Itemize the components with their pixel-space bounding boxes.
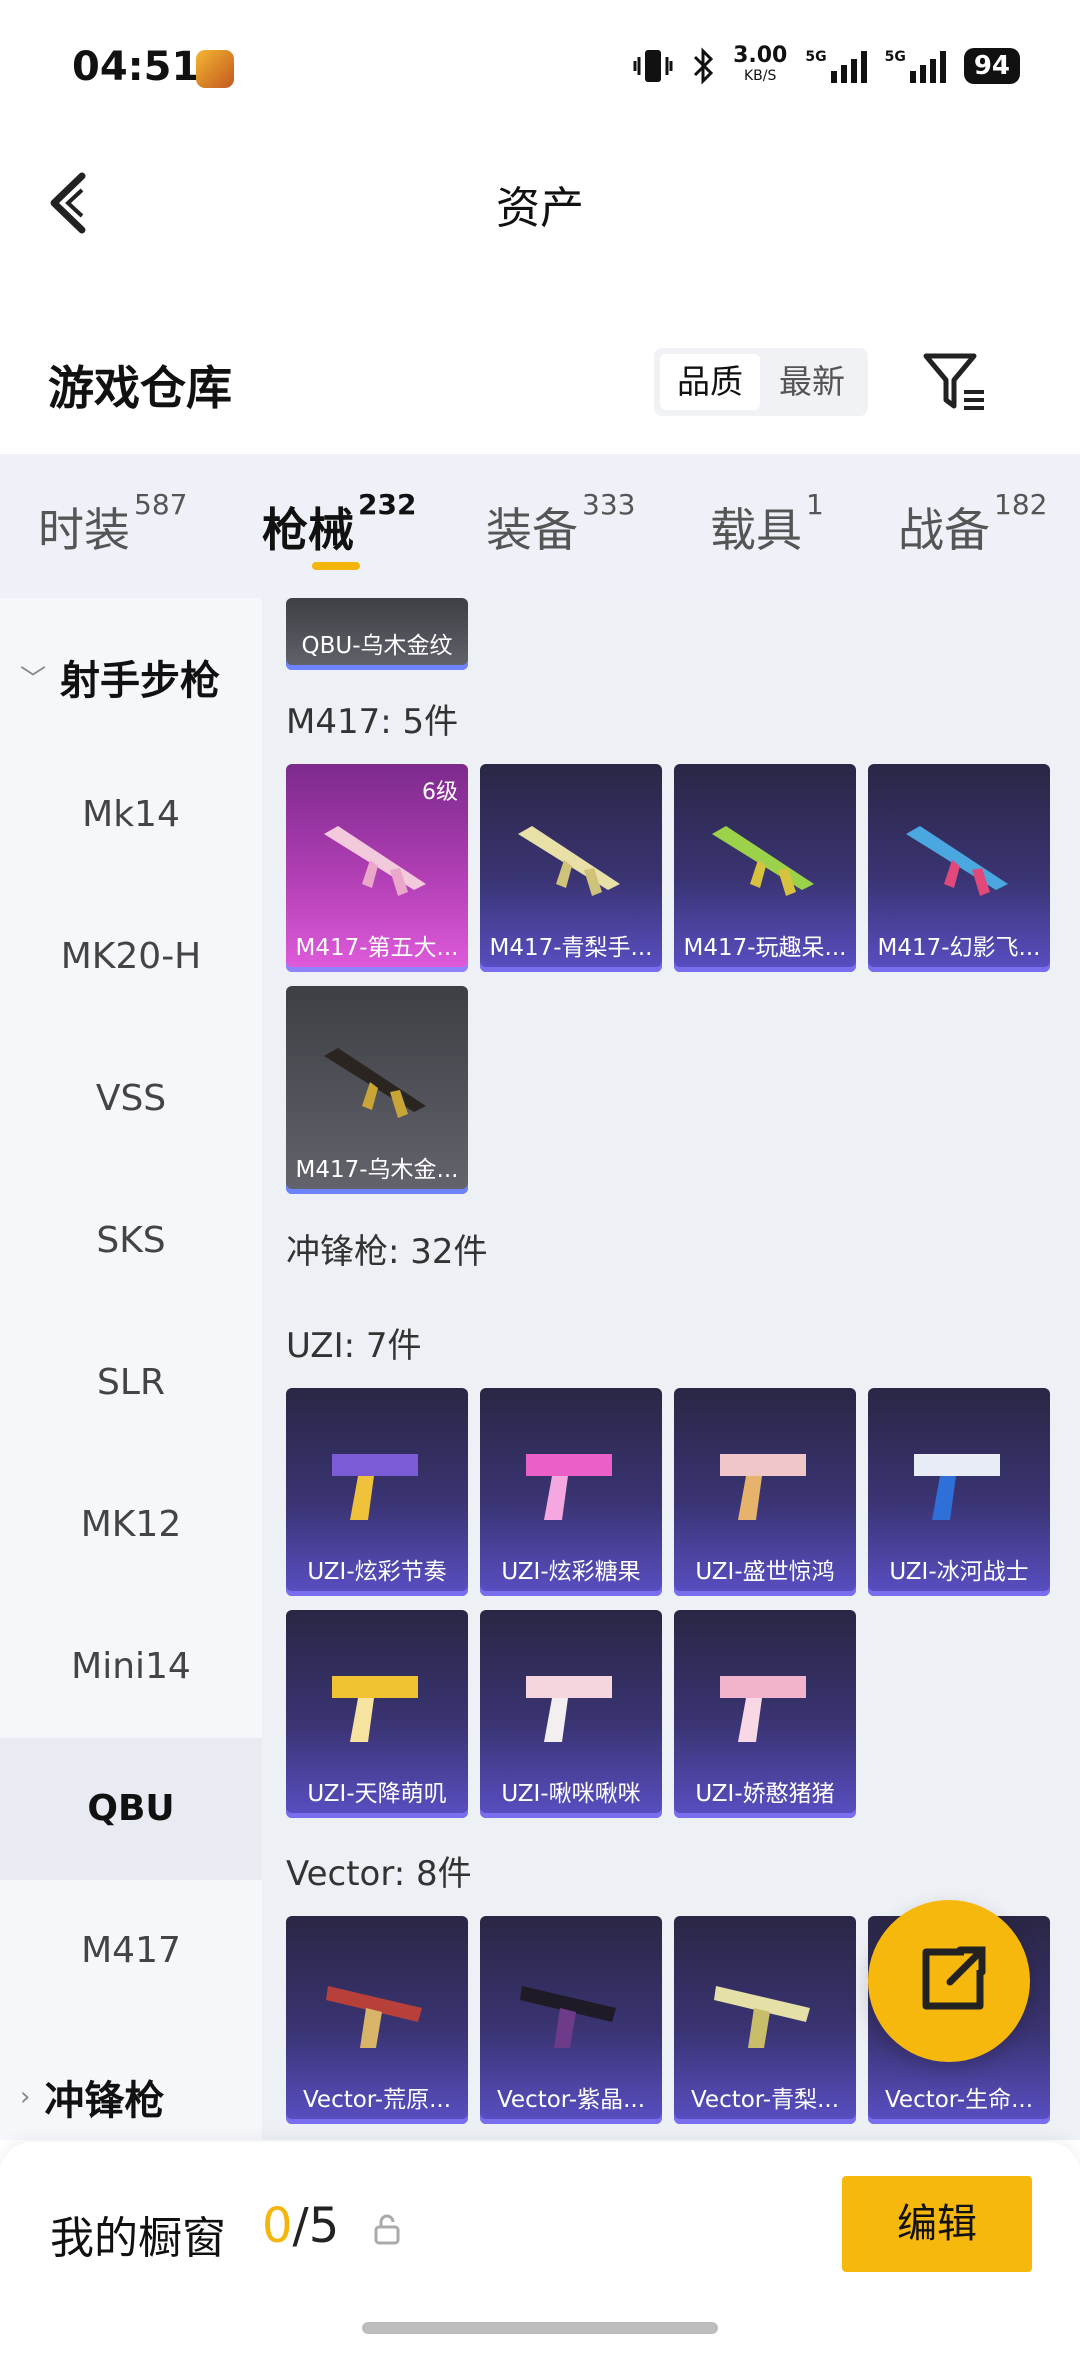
skin-card[interactable]: UZI-天降萌叽: [286, 1610, 468, 1818]
status-bar: 04:51 3.00 KB/S 5G 5G 94: [0, 0, 1080, 140]
sidebar-item-vss[interactable]: VSS: [0, 1028, 262, 1170]
smg-icon: [720, 1676, 806, 1742]
smg-icon: [914, 1454, 1000, 1520]
group-title-vector: Vector: 8件: [286, 1854, 472, 1894]
showcase-count: 0/5: [262, 2198, 340, 2254]
tab-equipment[interactable]: 装备 333: [486, 488, 635, 560]
sort-quality-button[interactable]: 品质: [660, 354, 760, 410]
chevron-right-icon: ›: [20, 2082, 31, 2112]
skin-card[interactable]: Vector-青梨...: [674, 1916, 856, 2124]
vibrate-icon: [633, 50, 673, 82]
skin-name: UZI-娇憨猪猪: [695, 1781, 835, 1807]
filter-icon[interactable]: [920, 350, 990, 416]
skin-card[interactable]: UZI-冰河战士: [868, 1388, 1050, 1596]
skin-card[interactable]: UZI-啾咪啾咪: [480, 1610, 662, 1818]
skin-name: UZI-炫彩节奏: [307, 1559, 447, 1585]
smg-icon: [326, 1986, 422, 2048]
skin-name: Vector-荒原...: [302, 2087, 452, 2113]
skin-name: Vector-紫晶...: [496, 2087, 646, 2113]
sidebar-item-slr[interactable]: SLR: [0, 1312, 262, 1454]
rifle-icon: [324, 1048, 426, 1118]
lock-icon: [374, 2214, 400, 2245]
skin-name: M417-青梨手...: [489, 935, 653, 961]
category-tabs: 时装 587 枪械 232 装备 333 载具 1 战备 182: [0, 454, 1080, 598]
skin-name: M417-乌木金...: [295, 1157, 459, 1183]
skin-card[interactable]: UZI-盛世惊鸿: [674, 1388, 856, 1596]
skin-card[interactable]: M417-青梨手...: [480, 764, 662, 972]
rifle-icon: [324, 826, 426, 896]
rifle-icon: [518, 826, 620, 896]
page-title: 资产: [496, 183, 584, 234]
sidebar-item-m417[interactable]: M417: [0, 1880, 262, 2022]
rifle-icon: [906, 826, 1008, 896]
smg-icon: [332, 1676, 418, 1742]
skin-card[interactable]: UZI-炫彩糖果: [480, 1388, 662, 1596]
weapon-type-sidebar: ﹀ 射手步枪 Mk14 MK20-H VSS SKS SLR MK12 Mini1…: [0, 598, 262, 2140]
smg-icon: [520, 1986, 616, 2048]
skin-card[interactable]: UZI-娇憨猪猪: [674, 1610, 856, 1818]
smg-icon: [526, 1454, 612, 1520]
clock: 04:51: [72, 44, 200, 90]
skin-card[interactable]: 6级 M417-第五大...: [286, 764, 468, 972]
edit-button[interactable]: 编辑: [842, 2176, 1032, 2272]
rifle-icon: [712, 826, 814, 896]
game-app-icon: [196, 50, 234, 88]
tab-weapons[interactable]: 枪械 232: [262, 488, 416, 560]
sort-newest-button[interactable]: 最新: [762, 354, 862, 410]
smg-icon: [720, 1454, 806, 1520]
level-badge: 6级: [422, 780, 458, 805]
skin-name: UZI-啾咪啾咪: [501, 1781, 641, 1807]
showcase-label: 我的橱窗: [50, 2213, 226, 2264]
skin-card[interactable]: M417-玩趣呆...: [674, 764, 856, 972]
sidebar-item-mk14[interactable]: Mk14: [0, 744, 262, 886]
battery-indicator: 94: [963, 48, 1020, 84]
sidebar-item-sks[interactable]: SKS: [0, 1170, 262, 1312]
signal-icon-1: 5G: [805, 49, 867, 83]
share-icon: [922, 1946, 986, 2010]
skin-name: UZI-盛世惊鸿: [695, 1559, 835, 1585]
skin-card[interactable]: M417-幻影飞...: [868, 764, 1050, 972]
chevron-down-icon: ﹀: [20, 664, 47, 695]
skin-card[interactable]: M417-乌木金...: [286, 986, 468, 1194]
skin-name: M417-玩趣呆...: [683, 935, 847, 961]
system-indicators: 3.00 KB/S 5G 5G 94: [633, 43, 1020, 86]
group-title-smg: 冲锋枪: 32件: [286, 1232, 488, 1272]
warehouse-title: 游戏仓库: [48, 361, 232, 415]
sidebar-item-mini14[interactable]: Mini14: [0, 1596, 262, 1738]
skin-name: UZI-冰河战士: [889, 1559, 1029, 1585]
sidebar-item-qbu[interactable]: QBU: [0, 1738, 262, 1880]
sidebar-group-smg[interactable]: › 冲锋枪: [20, 2068, 164, 2126]
home-indicator[interactable]: [362, 2322, 718, 2334]
sidebar-group-marksman[interactable]: ﹀ 射手步枪: [20, 648, 220, 706]
tab-supplies[interactable]: 战备 182: [898, 488, 1047, 560]
skin-name: Vector-青梨...: [690, 2087, 840, 2113]
skin-card[interactable]: Vector-紫晶...: [480, 1916, 662, 2124]
skin-name: M417-幻影飞...: [877, 935, 1041, 961]
bluetooth-icon: [694, 47, 714, 85]
skin-name: M417-第五大...: [295, 935, 459, 961]
network-speed: 3.00 KB/S: [733, 43, 788, 85]
smg-icon: [332, 1454, 418, 1520]
skin-card[interactable]: UZI-炫彩节奏: [286, 1388, 468, 1596]
skin-name: QBU-乌木金纹: [301, 633, 453, 659]
group-title-m417: M417: 5件: [286, 702, 459, 742]
signal-icon-2: 5G: [885, 49, 946, 83]
skin-name: Vector-生命...: [884, 2087, 1034, 2113]
sort-toggle: 品质 最新: [654, 348, 868, 416]
tab-fashion[interactable]: 时装 587: [38, 488, 187, 560]
tab-vehicles[interactable]: 载具 1: [710, 488, 824, 560]
sidebar-item-mk12[interactable]: MK12: [0, 1454, 262, 1596]
skin-name: UZI-天降萌叽: [307, 1781, 447, 1807]
group-title-uzi: UZI: 7件: [286, 1326, 422, 1366]
smg-icon: [714, 1986, 810, 2048]
skin-card[interactable]: QBU-乌木金纹: [286, 598, 468, 670]
active-tab-indicator: [312, 562, 360, 570]
sidebar-item-mk20h[interactable]: MK20-H: [0, 886, 262, 1028]
smg-icon: [526, 1676, 612, 1742]
skin-name: UZI-炫彩糖果: [501, 1559, 641, 1585]
share-button[interactable]: [868, 1900, 1030, 2062]
skin-card[interactable]: Vector-荒原...: [286, 1916, 468, 2124]
